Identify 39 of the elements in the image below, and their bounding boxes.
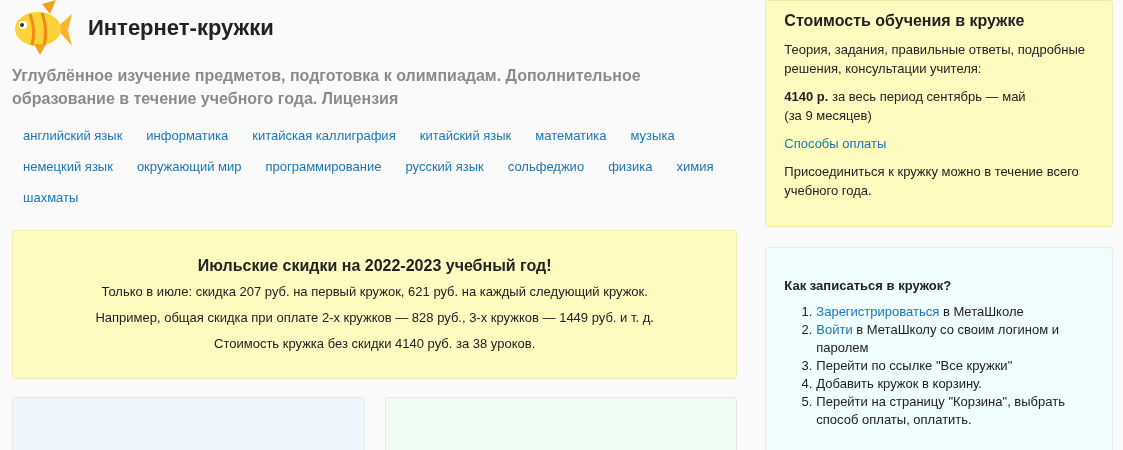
promo-text: Например, общая скидка при оплате 2-х кружков — 828 руб., 3-х кружков — 1449 руб. и т. д. [94,310,655,325]
step-text: Добавить кружок в корзину. [816,375,982,393]
step-text: Войти в МетаШколу со своим логином и паролем [816,321,1061,357]
subject-link[interactable]: химия [665,151,725,182]
subject-link[interactable]: сольфеджио [496,151,596,182]
promo-text: Только в июле: скидка 207 руб. на первый кружок, 621 руб. на каждый следующий кружок. [100,284,649,299]
subject-link[interactable]: немецкий язык [12,151,124,182]
payment-link[interactable]: Способы оплаты [784,136,887,151]
step-link[interactable]: Зарегистрироваться [816,304,940,319]
card-title: Стоимость обучения в кружке [784,12,1026,30]
step-number: 4. [800,375,813,393]
price-text: 4140 р. за весь период сентябрь — май (за 9 месяцев) [784,88,1027,125]
step-number: 1. [800,303,813,321]
subject-link[interactable]: русский язык [394,151,495,182]
card-text: Теория, задания, правильные ответы, подробные решения, консультации учителя: [784,41,1087,78]
subject-link[interactable]: программирование [254,151,393,182]
step-text: Перейти по ссылке "Все кружки" [816,357,1013,375]
subject-link[interactable]: окружающий мир [125,151,253,182]
subject-link[interactable]: китайский язык [408,120,523,151]
step-number: 3. [800,357,813,375]
card-title: Как записаться в кружок? [784,278,953,293]
step-text: Зарегистрироваться в МетаШколе [816,303,1024,321]
card-text: Присоединиться к кружку можно в течение всего учебного года. [784,163,1080,200]
step-number: 5. [800,393,813,411]
subject-link[interactable]: музыка [619,120,686,151]
fish-logo-icon [12,0,74,56]
promo-text: Стоимость кружка без скидки 4140 руб. за 38 уроков. [213,336,537,351]
site-title: Интернет-кружки [88,15,274,41]
step-number: 2. [800,321,813,339]
subject-link[interactable]: английский язык [12,120,134,151]
subject-link[interactable]: китайская каллиграфия [241,120,407,151]
step-link[interactable]: Войти [816,322,853,337]
subject-link[interactable]: шахматы [12,182,90,213]
promo-title: Июльские скидки на 2022-2023 учебный год! [196,257,553,275]
subject-link[interactable]: физика [597,151,664,182]
step-text: Перейти на страницу "Корзина", выбрать способ оплаты, оплатить. [816,393,1066,429]
site-subtitle: Углублённое изучение предметов, подготовка к олимпиадам. Дополнительное образование в течение учебного года. Лицензия [12,66,642,109]
subject-link[interactable]: информатика [135,120,240,151]
subject-link[interactable]: математика [524,120,618,151]
